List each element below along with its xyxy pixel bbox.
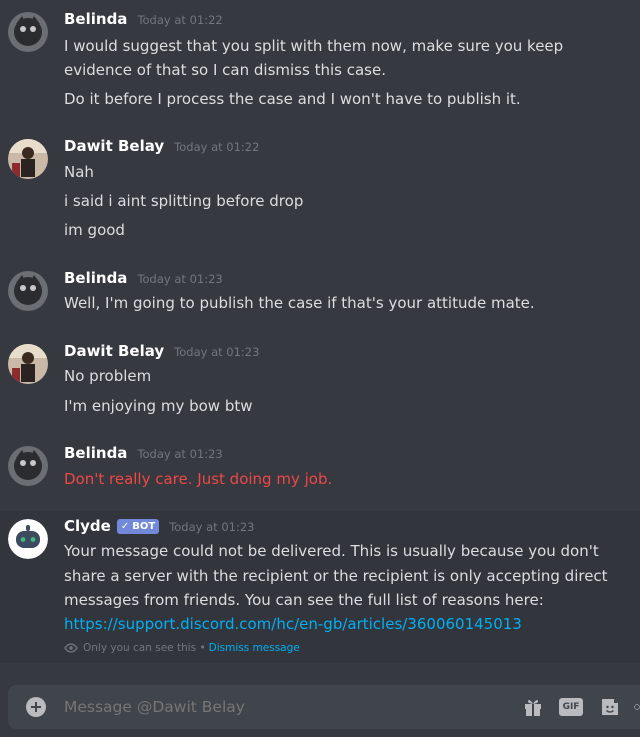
message-text: I would suggest that you split with them… [64,37,564,55]
message-text: share a server with the recipient or the… [64,567,608,585]
avatar[interactable] [8,271,48,311]
message-text: i said i aint splitting before drop [64,192,304,210]
emoji-icon[interactable] [634,695,640,719]
gif-icon[interactable]: GIF [558,695,584,719]
author-name[interactable]: Belinda [64,10,127,28]
message-text: im good [64,221,125,239]
message-header: Clyde ✓ BOT Today at 01:23 [64,517,254,539]
gift-icon[interactable] [521,695,545,719]
message-input[interactable] [64,685,484,729]
message-text: Do it before I process the case and I wo… [64,90,521,108]
message-text: messages from friends. You can see the f… [64,591,544,609]
timestamp: Today at 01:23 [137,272,223,286]
author-name[interactable]: Dawit Belay [64,137,164,155]
gif-label: GIF [558,698,584,716]
plus-icon[interactable] [26,697,46,717]
failed-message-text: Don't really care. Just doing my job. [64,470,333,488]
message-text: I'm enjoying my bow btw [64,397,253,415]
message-text: Well, I'm going to publish the case if t… [64,294,535,312]
message-text: evidence of that so I can dismiss this c… [64,61,386,79]
bot-tag: ✓ BOT [116,519,160,534]
support-link[interactable]: https://support.discord.com/hc/en-gb/art… [64,612,624,636]
message-header: Belinda Today at 01:23 [64,444,223,466]
timestamp: Today at 01:23 [169,520,255,534]
message-text: Your message could not be delivered. Thi… [64,542,599,560]
avatar[interactable] [8,12,48,52]
message-text: No problem [64,367,152,385]
message-text: Nah [64,163,94,181]
bot-tag-label: BOT [132,521,156,532]
message-header: Belinda Today at 01:22 [64,10,223,32]
author-name[interactable]: Dawit Belay [64,342,164,360]
ephemeral-notice: Only you can see this • Dismiss message [64,642,300,654]
dismiss-message-link[interactable]: Dismiss message [209,642,300,654]
message-header: Dawit Belay Today at 01:22 [64,137,259,159]
verified-check-icon: ✓ [120,521,130,532]
sticker-icon[interactable] [598,695,622,719]
author-name[interactable]: Belinda [64,444,127,462]
message-list: Belinda Today at 01:22 I would suggest t… [0,0,640,670]
eye-icon [64,643,78,653]
message-composer: GIF [8,685,640,729]
timestamp: Today at 01:23 [174,345,260,359]
author-name[interactable]: Belinda [64,269,127,287]
author-name[interactable]: Clyde [64,517,111,535]
timestamp: Today at 01:23 [137,447,223,461]
avatar[interactable] [8,446,48,486]
avatar[interactable] [8,519,48,559]
avatar[interactable] [8,139,48,179]
ephemeral-note: Only you can see this • [83,642,206,654]
timestamp: Today at 01:22 [137,13,223,27]
timestamp: Today at 01:22 [174,140,260,154]
message-header: Dawit Belay Today at 01:23 [64,342,259,364]
avatar[interactable] [8,344,48,384]
message-header: Belinda Today at 01:23 [64,269,223,291]
